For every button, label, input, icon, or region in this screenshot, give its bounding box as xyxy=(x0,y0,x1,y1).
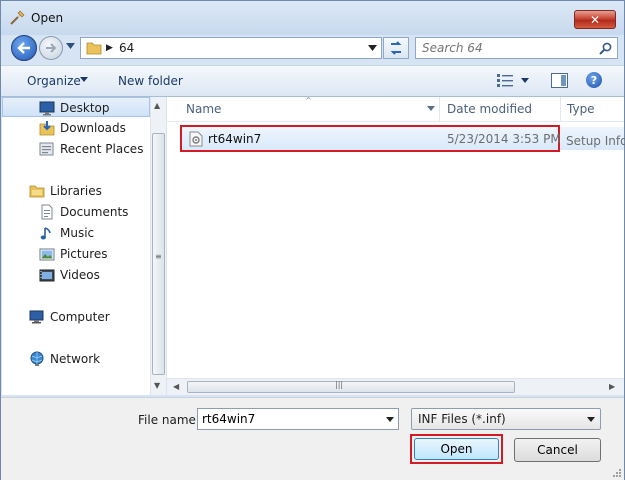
file-name-label: File name: xyxy=(138,413,200,427)
forward-button[interactable] xyxy=(39,36,63,60)
sidebar-item-label: Documents xyxy=(60,205,129,219)
open-dialog: Open ✕ ▶ 64 Search 64 Organize New folde… xyxy=(0,0,625,480)
scrollbar-grip-icon: ≡ xyxy=(155,252,162,261)
file-list-horizontal-scrollbar[interactable]: ◀ ||| ▶ xyxy=(167,378,624,395)
organize-button[interactable]: Organize xyxy=(27,74,81,88)
scroll-left-icon[interactable]: ◀ xyxy=(173,382,179,391)
recent-places-icon xyxy=(39,142,54,156)
close-button[interactable]: ✕ xyxy=(574,10,616,29)
cancel-button[interactable]: Cancel xyxy=(514,438,601,462)
refresh-icon xyxy=(390,41,402,55)
setup-information-file-icon xyxy=(189,131,203,147)
column-header-date-modified[interactable]: Date modified xyxy=(447,102,532,116)
file-name: rt64win7 xyxy=(208,132,262,146)
command-bar: Organize New folder ? xyxy=(1,65,624,97)
sidebar-item-computer[interactable]: Computer xyxy=(2,307,150,327)
navigation-bar: ▶ 64 xyxy=(1,35,624,63)
column-divider[interactable] xyxy=(439,97,440,121)
sidebar-item-pictures[interactable]: Pictures xyxy=(2,244,150,264)
sidebar-item-documents[interactable]: Documents xyxy=(2,202,150,222)
search-box[interactable] xyxy=(415,37,618,59)
sidebar-item-label: Recent Places xyxy=(60,142,144,156)
desktop-icon xyxy=(39,101,55,116)
scroll-down-icon[interactable]: ▼ xyxy=(154,381,160,390)
search-icon[interactable] xyxy=(599,42,612,55)
help-label: ? xyxy=(590,73,598,87)
file-date-modified: 5/23/2014 3:53 PM xyxy=(447,132,561,146)
scrollbar-grip-icon: ||| xyxy=(335,380,344,389)
downloads-icon xyxy=(39,121,55,136)
column-filter-dropdown-icon[interactable] xyxy=(427,106,435,111)
computer-icon xyxy=(29,310,44,324)
search-input[interactable] xyxy=(422,41,592,55)
column-header-type[interactable]: Type xyxy=(567,102,595,116)
dialog-footer: File name: INF Files (*.inf) Open Cancel xyxy=(1,397,624,480)
sidebar-item-label: Libraries xyxy=(50,184,102,198)
pictures-icon xyxy=(39,248,55,261)
column-headers: ^ Name Date modified Type xyxy=(167,96,624,122)
sidebar-item-downloads[interactable]: Downloads xyxy=(2,118,150,138)
file-type-select[interactable]: INF Files (*.inf) xyxy=(411,408,601,430)
sidebar-item-label: Pictures xyxy=(60,247,108,261)
help-icon[interactable]: ? xyxy=(586,72,602,88)
breadcrumb-separator-icon[interactable]: ▶ xyxy=(106,43,113,53)
sidebar-item-network[interactable]: Network xyxy=(2,349,150,369)
scroll-right-icon[interactable]: ▶ xyxy=(609,382,615,391)
sidebar-item-label: Computer xyxy=(50,310,110,324)
open-button-highlight: Open xyxy=(410,434,503,464)
breadcrumb-current[interactable]: 64 xyxy=(119,41,134,55)
navigation-pane: Desktop Downloads Recent Places Librarie… xyxy=(2,97,150,395)
file-type-value: INF Files (*.inf) xyxy=(418,412,506,426)
file-name-dropdown-icon[interactable] xyxy=(386,417,394,422)
sidebar-item-label: Downloads xyxy=(60,121,126,135)
file-name-combobox[interactable] xyxy=(197,408,399,430)
close-icon: ✕ xyxy=(589,12,601,27)
forward-arrow-icon xyxy=(46,43,57,53)
app-icon xyxy=(10,10,25,25)
file-list: ^ Name Date modified Type rt64win7 5/23/… xyxy=(167,96,625,395)
back-arrow-icon xyxy=(17,42,30,54)
sidebar-item-music[interactable]: Music xyxy=(2,223,150,243)
open-button[interactable]: Open xyxy=(414,438,499,460)
address-dropdown-icon[interactable] xyxy=(368,45,377,51)
documents-icon xyxy=(41,204,53,220)
column-header-name[interactable]: Name xyxy=(186,102,221,116)
navigation-pane-scrollbar[interactable]: ▲ ≡ ▼ xyxy=(150,97,166,395)
libraries-icon xyxy=(29,185,45,198)
sidebar-item-label: Videos xyxy=(60,268,100,282)
file-type: Setup Infor xyxy=(566,134,625,148)
change-view-icon[interactable] xyxy=(497,74,513,87)
file-row[interactable]: rt64win7 5/23/2014 3:53 PM xyxy=(180,125,561,152)
file-type-dropdown-icon[interactable] xyxy=(587,417,595,422)
view-options-dropdown-icon[interactable] xyxy=(521,78,529,83)
network-icon xyxy=(30,351,44,366)
file-row-type-cell[interactable]: Setup Infor xyxy=(560,127,625,150)
sidebar-item-label: Desktop xyxy=(60,101,110,115)
sidebar-item-videos[interactable]: Videos xyxy=(2,265,150,285)
title-bar: Open ✕ xyxy=(1,1,624,35)
sidebar-item-label: Music xyxy=(60,226,95,240)
videos-icon xyxy=(39,269,55,282)
sidebar-item-recent-places[interactable]: Recent Places xyxy=(2,139,150,159)
sidebar-item-desktop[interactable]: Desktop xyxy=(2,97,150,117)
music-icon xyxy=(40,227,51,240)
refresh-button[interactable] xyxy=(383,37,409,59)
sort-ascending-icon: ^ xyxy=(305,96,312,105)
column-divider[interactable] xyxy=(560,97,561,121)
new-folder-button[interactable]: New folder xyxy=(118,74,183,88)
sidebar-item-label: Network xyxy=(50,352,101,366)
scroll-up-icon[interactable]: ▲ xyxy=(154,101,160,110)
back-button[interactable] xyxy=(11,35,37,61)
sidebar-item-libraries[interactable]: Libraries xyxy=(2,181,150,201)
resize-grip-icon[interactable] xyxy=(611,467,622,478)
window-title: Open xyxy=(31,11,64,25)
folder-icon xyxy=(86,42,102,55)
organize-dropdown-icon[interactable] xyxy=(80,77,88,82)
file-name-input[interactable] xyxy=(202,412,372,426)
recent-locations-dropdown-icon[interactable] xyxy=(66,43,75,49)
address-bar[interactable]: ▶ 64 xyxy=(80,37,382,59)
preview-pane-icon[interactable] xyxy=(551,73,568,88)
scrollbar-thumb[interactable] xyxy=(187,381,515,393)
